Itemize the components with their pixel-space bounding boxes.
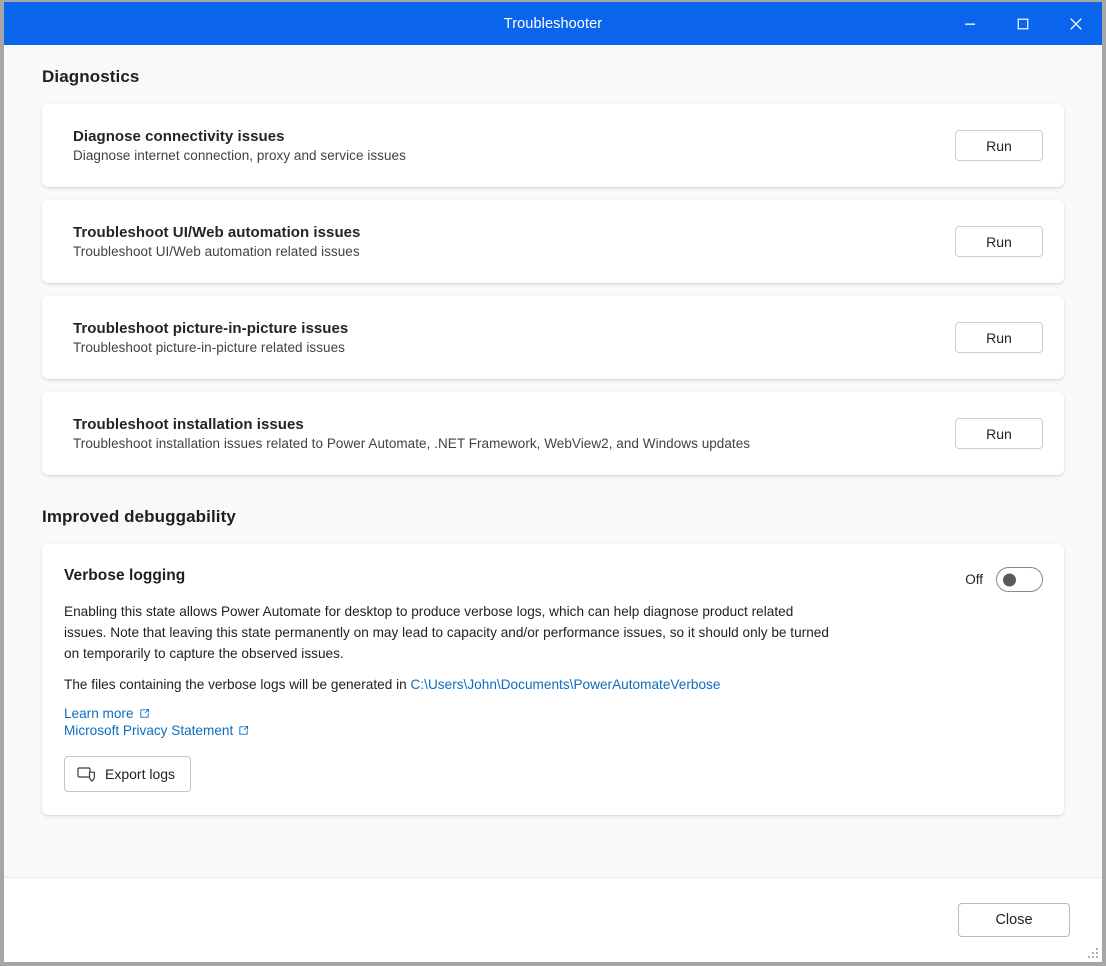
minimize-icon	[964, 23, 975, 25]
maximize-button[interactable]	[996, 2, 1049, 45]
close-window-button[interactable]	[1049, 2, 1102, 45]
privacy-statement-link[interactable]: Microsoft Privacy Statement	[64, 723, 249, 738]
diagnostic-title: Troubleshoot UI/Web automation issues	[73, 224, 361, 241]
minimize-button[interactable]	[943, 2, 996, 45]
diagnostic-card-connectivity: Diagnose connectivity issues Diagnose in…	[42, 104, 1064, 187]
external-link-icon	[238, 725, 249, 736]
diagnostic-title: Troubleshoot installation issues	[73, 416, 304, 433]
window-title: Troubleshooter	[503, 15, 603, 32]
dialog-footer: Close	[4, 877, 1102, 962]
content-area: Diagnostics Diagnose connectivity issues…	[4, 45, 1102, 877]
diagnostic-subtitle: Troubleshoot picture-in-picture related …	[73, 340, 345, 355]
resize-grip[interactable]	[1085, 946, 1099, 960]
export-logs-button[interactable]: Export logs	[64, 756, 192, 793]
run-button-picture-in-picture[interactable]: Run	[955, 322, 1043, 353]
verbose-logging-description: Enabling this state allows Power Automat…	[64, 604, 829, 662]
verbose-logging-toggle-group: Off	[965, 566, 1043, 592]
diagnostic-text: Diagnose connectivity issues Diagnose in…	[73, 128, 406, 163]
toggle-state-label: Off	[965, 572, 983, 587]
close-icon	[1069, 17, 1082, 30]
troubleshooter-window: Troubleshooter Diagnostics Diagnose conn…	[0, 0, 1106, 966]
run-button-installation[interactable]: Run	[955, 418, 1043, 449]
diagnostic-text: Troubleshoot UI/Web automation issues Tr…	[73, 224, 360, 259]
diagnostic-card-ui-web-automation: Troubleshoot UI/Web automation issues Tr…	[42, 200, 1064, 283]
diagnostic-text: Troubleshoot installation issues Trouble…	[73, 416, 750, 451]
privacy-statement-label: Microsoft Privacy Statement	[64, 723, 234, 739]
title-bar: Troubleshooter	[4, 2, 1102, 45]
run-button-connectivity[interactable]: Run	[955, 130, 1043, 161]
diagnostic-subtitle: Troubleshoot UI/Web automation related i…	[73, 244, 360, 259]
window-controls	[943, 2, 1102, 45]
diagnostic-subtitle: Diagnose internet connection, proxy and …	[73, 148, 406, 163]
learn-more-label: Learn more	[64, 706, 134, 722]
verbose-logging-toggle[interactable]	[996, 567, 1043, 592]
verbose-logging-links: Learn more Microsoft Privacy Statement	[64, 706, 1043, 738]
verbose-logging-title: Verbose logging	[64, 567, 186, 584]
diagnostic-card-installation: Troubleshoot installation issues Trouble…	[42, 392, 1064, 475]
export-shield-icon	[77, 766, 96, 783]
toggle-knob	[1003, 573, 1016, 586]
run-button-ui-web-automation[interactable]: Run	[955, 226, 1043, 257]
external-link-icon	[139, 708, 150, 719]
debuggability-heading: Improved debuggability	[42, 507, 236, 526]
verbose-log-path-line: The files containing the verbose logs wi…	[64, 677, 1043, 692]
diagnostic-title: Diagnose connectivity issues	[73, 128, 285, 145]
diagnostic-subtitle: Troubleshoot installation issues related…	[73, 436, 751, 451]
verbose-log-path-prefix: The files containing the verbose logs wi…	[64, 677, 411, 693]
diagnostic-text: Troubleshoot picture-in-picture issues T…	[73, 320, 348, 355]
export-logs-label: Export logs	[105, 766, 176, 783]
verbose-log-path-link[interactable]: C:\Users\John\Documents\PowerAutomateVer…	[411, 677, 721, 692]
learn-more-link[interactable]: Learn more	[64, 706, 150, 721]
close-button[interactable]: Close	[958, 903, 1070, 937]
verbose-logging-header: Verbose logging Off	[64, 566, 1043, 592]
diagnostic-card-picture-in-picture: Troubleshoot picture-in-picture issues T…	[42, 296, 1064, 379]
verbose-logging-card: Verbose logging Off Enabling this state …	[42, 544, 1064, 816]
diagnostics-heading: Diagnostics	[42, 67, 140, 86]
diagnostic-title: Troubleshoot picture-in-picture issues	[73, 320, 349, 337]
maximize-icon	[1017, 18, 1028, 29]
